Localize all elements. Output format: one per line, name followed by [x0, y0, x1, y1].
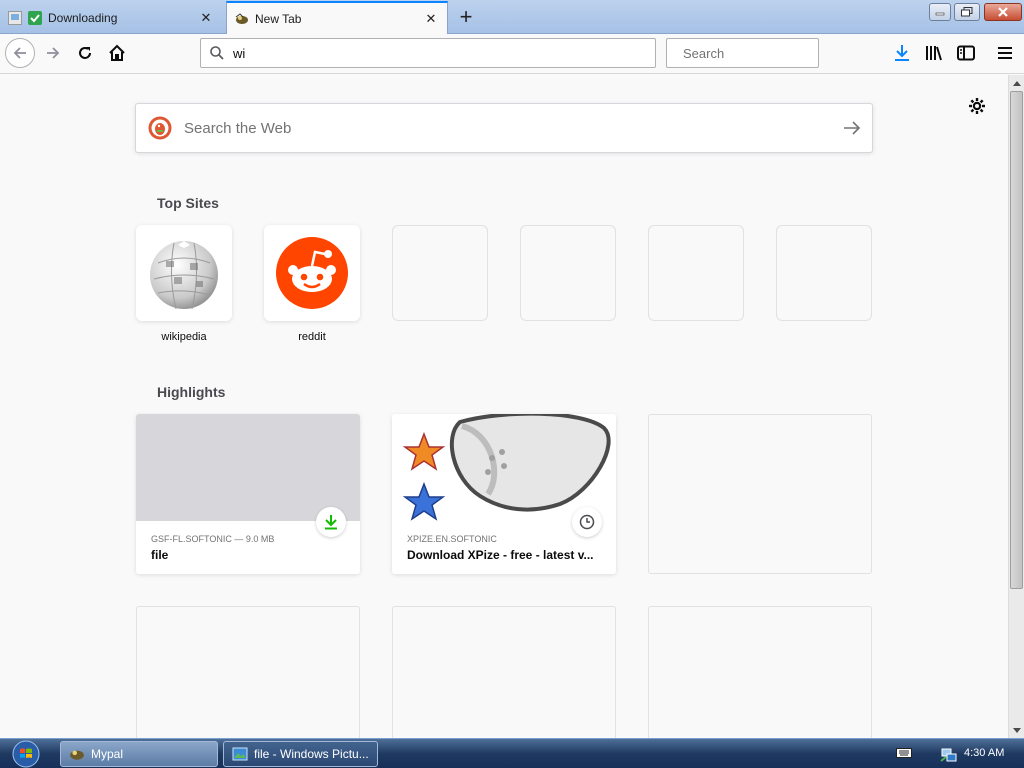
mypal-icon — [70, 750, 84, 760]
top-site-wikipedia[interactable] — [136, 225, 232, 321]
menu-button[interactable] — [992, 40, 1018, 66]
library-button[interactable] — [921, 40, 947, 66]
highlight-card[interactable]: XPIZE.EN.SOFTONIC Download XPize - free … — [392, 414, 616, 574]
top-sites-heading: Top Sites — [157, 195, 219, 211]
tab-close-button[interactable]: ✕ — [423, 11, 439, 27]
network-icon[interactable] — [940, 745, 958, 763]
taskbar-item-picture-viewer[interactable]: file - Windows Pictu... — [223, 741, 378, 767]
scroll-up-button[interactable] — [1009, 75, 1024, 91]
card-source: GSF-FL.SOFTONIC — 9.0 MB — [151, 534, 275, 544]
card-title: Download XPize - free - latest v... — [407, 548, 594, 562]
scroll-down-button[interactable] — [1009, 722, 1024, 738]
highlight-empty-slot — [136, 606, 360, 738]
navigation-toolbar — [0, 34, 1024, 74]
search-icon — [210, 46, 224, 60]
picture-viewer-icon — [232, 747, 248, 761]
chevron-down-icon — [1013, 727, 1021, 733]
mypal-icon — [235, 12, 248, 24]
minimize-button[interactable] — [929, 3, 951, 21]
keyboard-icon[interactable] — [896, 747, 912, 759]
page-settings-button[interactable] — [965, 94, 989, 118]
card-source: XPIZE.EN.SOFTONIC — [407, 534, 497, 544]
download-icon — [895, 45, 909, 61]
card-thumbnail — [136, 414, 360, 521]
tab-close-button[interactable]: ✕ — [198, 10, 214, 26]
highlight-card[interactable]: GSF-FL.SOFTONIC — 9.0 MB file — [136, 414, 360, 574]
search-bar[interactable] — [666, 38, 861, 68]
taskbar-item-mypal[interactable]: Mypal — [60, 741, 218, 767]
reload-icon — [79, 47, 91, 59]
download-icon — [325, 515, 337, 530]
highlight-empty-slot — [648, 606, 872, 738]
forward-arrow-icon — [47, 47, 60, 59]
window-close-button[interactable] — [984, 3, 1022, 21]
taskbar-clock[interactable]: 4:30 AM — [964, 747, 1004, 759]
top-site-reddit[interactable] — [264, 225, 360, 321]
start-button[interactable] — [6, 740, 46, 768]
url-bar[interactable] — [200, 38, 656, 68]
reload-button[interactable] — [70, 38, 100, 68]
wikipedia-globe-icon — [150, 241, 218, 310]
sidebar-icon — [957, 45, 975, 61]
card-badge — [316, 507, 346, 537]
page-icon — [8, 11, 22, 25]
tab-label: New Tab — [255, 11, 302, 26]
downloads-button[interactable] — [889, 40, 915, 66]
checkmark-icon — [28, 11, 42, 25]
card-thumbnail — [392, 414, 616, 521]
card-title: file — [151, 548, 169, 562]
tab-new-tab[interactable]: New Tab ✕ — [226, 1, 448, 34]
close-icon — [998, 7, 1008, 17]
new-tab-page: Top Sites wikipedia reddit Highlights — [0, 75, 1008, 738]
hamburger-menu-icon — [998, 47, 1012, 59]
web-search-go-button[interactable] — [832, 108, 872, 148]
arrow-right-icon — [844, 121, 861, 135]
taskbar-item-label: file - Windows Pictu... — [254, 747, 369, 761]
scroll-thumb[interactable] — [1010, 91, 1023, 589]
home-button[interactable] — [102, 38, 132, 68]
sidebar-button[interactable] — [953, 40, 979, 66]
gear-icon — [969, 98, 985, 114]
highlights-heading: Highlights — [157, 384, 226, 400]
tab-label: Downloading — [48, 11, 118, 25]
back-arrow-icon — [13, 47, 26, 59]
reddit-alien-icon — [276, 237, 348, 309]
restore-button[interactable] — [954, 3, 980, 21]
new-tab-button[interactable]: + — [455, 6, 477, 28]
card-badge — [572, 507, 602, 537]
tab-downloading[interactable]: Downloading ✕ — [0, 2, 222, 34]
taskbar-item-label: Mypal — [91, 747, 124, 761]
restore-icon — [961, 7, 973, 17]
url-input[interactable] — [231, 44, 655, 62]
highlight-empty-slot — [648, 414, 872, 574]
windows-orb-icon — [12, 740, 40, 768]
web-search-box[interactable] — [135, 103, 873, 153]
library-icon — [926, 46, 942, 61]
chevron-up-icon — [1013, 80, 1021, 86]
top-site-empty-slot — [520, 225, 616, 321]
clock-icon — [579, 514, 595, 530]
top-site-empty-slot — [776, 225, 872, 321]
web-search-input[interactable] — [182, 118, 832, 138]
vertical-scrollbar[interactable] — [1008, 75, 1024, 738]
forward-button[interactable] — [38, 38, 68, 68]
taskbar: Mypal file - Windows Pictu... 4:30 AM — [0, 738, 1024, 768]
plus-icon: + — [459, 4, 473, 29]
back-button[interactable] — [5, 38, 35, 68]
highlight-empty-slot — [392, 606, 616, 738]
top-site-label: wikipedia — [161, 331, 207, 343]
duckduckgo-icon — [148, 116, 172, 140]
home-icon — [109, 44, 125, 61]
top-site-empty-slot — [392, 225, 488, 321]
tab-strip: Downloading ✕ New Tab ✕ + — [0, 0, 1024, 34]
top-site-label: reddit — [298, 331, 326, 343]
search-input[interactable] — [681, 44, 861, 62]
top-site-empty-slot — [648, 225, 744, 321]
minimize-icon — [935, 12, 945, 16]
